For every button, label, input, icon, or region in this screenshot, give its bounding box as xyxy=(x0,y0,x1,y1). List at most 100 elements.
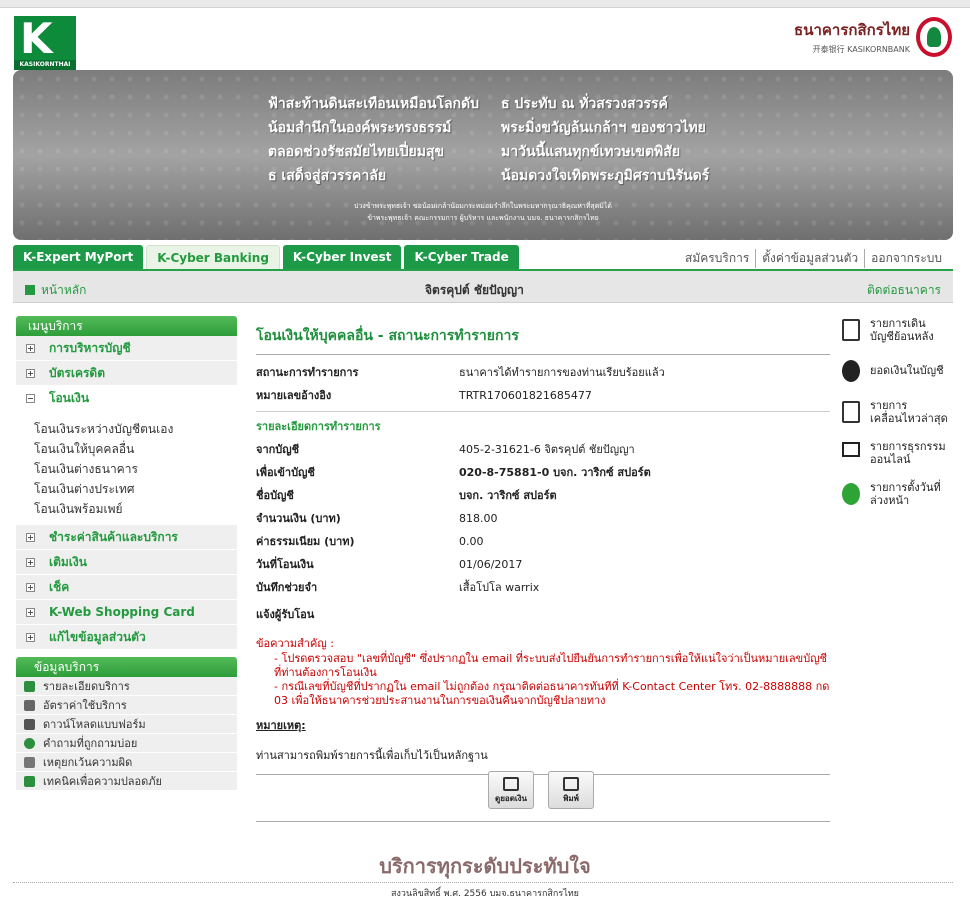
dedication-line: ข้าพระพุทธเจ้า คณะกรรมการ ผู้บริหาร และพ… xyxy=(367,214,599,222)
remark-title: หมายเหตุ: xyxy=(256,719,306,732)
submenu-overseas[interactable]: โอนเงินต่างประเทศ xyxy=(34,479,237,499)
faq-icon xyxy=(24,738,35,749)
bank-brand: ธนาคารกสิกรไทย 开泰银行 KASIKORNBANK xyxy=(794,18,910,55)
print-label: พิมพ์ xyxy=(563,794,579,803)
page-title: โอนเงินให้บุคคลอื่น - สถานะการทำรายการ xyxy=(256,318,830,355)
important-title: ข้อความสำคัญ : xyxy=(256,637,334,650)
dedication-line: ปวงข้าพระพุทธเจ้า ขอน้อมเกล้าน้อมกระหม่อ… xyxy=(354,202,612,210)
view-balance-button[interactable]: ดูยอดเงิน xyxy=(488,771,534,809)
logout-link[interactable]: ออกจากระบบ xyxy=(864,249,948,268)
memorial-banner: ฟ้าสะท้านดินสะเทือนเหมือนโลกดับ น้อมสำนึ… xyxy=(13,70,953,240)
banner-dedication: ปวงข้าพระพุทธเจ้า ขอน้อมเกล้าน้อมกระหม่อ… xyxy=(263,200,703,224)
menu-k-web-shopping-card[interactable]: K-Web Shopping Card xyxy=(16,600,237,625)
contact-bank-link[interactable]: ติดต่อธนาคาร xyxy=(867,281,941,300)
tab-k-cyber-trade[interactable]: K-Cyber Trade xyxy=(404,245,519,269)
submenu-other-person[interactable]: โอนเงินให้บุคคลอื่น xyxy=(34,439,237,459)
info-label: ดาวน์โหลดแบบฟอร์ม xyxy=(43,718,146,731)
details-title: รายละเอียดการทำรายการ xyxy=(256,420,381,433)
print-button[interactable]: พิมพ์ xyxy=(548,771,594,809)
quick-online-transactions[interactable]: รายการธุรกรรมออนไลน์ xyxy=(838,439,958,479)
info-service-fees[interactable]: อัตราค่าใช้บริการ xyxy=(16,696,237,715)
main-tabs: K-Expert MyPort K-Cyber Banking K-Cyber … xyxy=(13,245,519,269)
download-icon xyxy=(24,719,35,730)
quick-scheduled[interactable]: รายการตั้งวันที่ล่วงหน้า xyxy=(838,480,958,520)
menu-label: โอนเงิน xyxy=(49,391,90,405)
quick-links: รายการเดินบัญชีย้อนหลัง ยอดเงินในบัญชี ร… xyxy=(838,316,958,521)
transfer-submenu: โอนเงินระหว่างบัญชีตนเอง โอนเงินให้บุคคล… xyxy=(16,411,237,525)
amount-value: 818.00 xyxy=(459,512,498,525)
footer-divider xyxy=(13,882,953,883)
settings-link[interactable]: ตั้งค่าข้อมูลส่วนตัว xyxy=(755,249,864,268)
poem-line: น้อมดวงใจเทิดพระภูมิศราบนิรันดร์ xyxy=(501,168,710,184)
poem-line: มาวันนี้แสนทุกข์เทวษเขตพิสัย xyxy=(501,144,681,160)
quick-label: รายการเคลื่อนไหวล่าสุด xyxy=(870,399,948,425)
poem-line: พระมิ่งขวัญล้นเกล้าฯ ของชาวไทย xyxy=(501,120,706,136)
menu-credit-card[interactable]: บัตรเครดิต xyxy=(16,361,237,386)
info-disclaimer[interactable]: เหตุยกเว้นความผิด xyxy=(16,753,237,772)
submenu-other-bank[interactable]: โอนเงินต่างธนาคาร xyxy=(34,459,237,479)
menu-edit-profile[interactable]: แก้ไขข้อมูลส่วนตัว xyxy=(16,625,237,650)
notify-label: แจ้งผู้รับโอน xyxy=(256,608,315,621)
menu-bill-payment[interactable]: ชำระค่าสินค้าและบริการ xyxy=(16,525,237,550)
memo-row: บันทึกช่วยจำ เสื้อโปโล warrix xyxy=(256,576,830,599)
menu-label: บัตรเครดิต xyxy=(49,366,106,380)
amount-label: จำนวนเงิน (บาท) xyxy=(256,512,341,525)
footer-slogan: บริการทุกระดับประทับใจ xyxy=(379,854,591,878)
memo-value: เสื้อโปโล warrix xyxy=(459,581,540,594)
printer-icon xyxy=(563,777,579,791)
home-icon xyxy=(25,285,35,295)
hand-icon xyxy=(24,757,35,768)
service-menu-title: เมนูบริการ xyxy=(16,316,237,336)
submenu-promptpay[interactable]: โอนเงินพร้อมเพย์ xyxy=(34,499,237,519)
menu-transfer[interactable]: โอนเงิน xyxy=(16,386,237,411)
transfer-date-value: 01/06/2017 xyxy=(459,558,523,571)
quick-label: ยอดเงินในบัญชี xyxy=(870,364,944,377)
view-balance-label: ดูยอดเงิน xyxy=(495,794,527,803)
menu-account-management[interactable]: การบริหารบัญชี xyxy=(16,336,237,361)
info-download-forms[interactable]: ดาวน์โหลดแบบฟอร์ม xyxy=(16,715,237,734)
menu-top-up[interactable]: เติมเงิน xyxy=(16,550,237,575)
service-menu: เมนูบริการ การบริหารบัญชี บัตรเครดิต โอน… xyxy=(16,316,237,650)
account-name-row: ชื่อบัญชี บจก. วาริกซ์ สปอร์ต xyxy=(256,484,830,507)
fee-value: 0.00 xyxy=(459,535,484,548)
quick-statement[interactable]: รายการเดินบัญชีย้อนหลัง xyxy=(838,316,958,356)
action-buttons: ดูยอดเงิน พิมพ์ xyxy=(488,771,594,809)
menu-label: เติมเงิน xyxy=(49,555,87,569)
info-label: รายละเอียดบริการ xyxy=(43,680,130,693)
fee-label: ค่าธรรมเนียม (บาท) xyxy=(256,535,355,548)
computer-icon xyxy=(842,442,860,457)
important-note: - โปรดตรวจสอบ "เลขที่บัญชี" ซึ่งปรากฏใน … xyxy=(274,652,828,679)
menu-label: ชำระค่าสินค้าและบริการ xyxy=(49,530,178,544)
tab-k-cyber-invest[interactable]: K-Cyber Invest xyxy=(282,245,402,269)
magnifier-icon xyxy=(503,777,519,791)
menu-cheque[interactable]: เช็ค xyxy=(16,575,237,600)
calculator-icon xyxy=(24,700,35,711)
expand-icon xyxy=(26,344,35,353)
service-info: ข้อมูลบริการ รายละเอียดบริการ อัตราค่าใช… xyxy=(16,657,237,791)
service-info-title: ข้อมูลบริการ xyxy=(16,657,237,677)
info-faq[interactable]: คำถามที่ถูกถามบ่อย xyxy=(16,734,237,753)
memo-label: บันทึกช่วยจำ xyxy=(256,581,318,594)
home-link[interactable]: หน้าหลัก xyxy=(25,281,86,300)
quick-recent-movement[interactable]: รายการเคลื่อนไหวล่าสุด xyxy=(838,398,958,438)
logo-caption: KASIKORNTHAI xyxy=(14,60,76,70)
from-account-label: จากบัญชี xyxy=(256,443,300,456)
tab-k-expert-myport[interactable]: K-Expert MyPort xyxy=(13,245,144,269)
account-name-label: ชื่อบัญชี xyxy=(256,489,294,502)
info-label: คำถามที่ถูกถามบ่อย xyxy=(43,737,138,750)
from-account-value: 405-2-31621-6 จิตรคุปต์ ชัยปัญญา xyxy=(459,443,635,456)
star-icon xyxy=(24,681,35,692)
quick-balance[interactable]: ยอดเงินในบัญชี xyxy=(838,357,958,397)
submenu-own-accounts[interactable]: โอนเงินระหว่างบัญชีตนเอง xyxy=(34,419,237,439)
kasikornthai-logo[interactable]: K KASIKORNTHAI xyxy=(14,16,76,70)
sub-nav-bar: หน้าหลัก จิตรคุปต์ ชัยปัญญา ติดต่อธนาคาร xyxy=(13,269,953,303)
info-security-tips[interactable]: เทคนิคเพื่อความปลอดภัย xyxy=(16,772,237,791)
transfer-date-label: วันที่โอนเงิน xyxy=(256,558,314,571)
poem-right: ธ ประทับ ณ ทั่วสรวงสวรรค์ พระมิ่งขวัญล้น… xyxy=(501,92,941,188)
register-link[interactable]: สมัครบริการ xyxy=(679,249,755,268)
menu-label: การบริหารบัญชี xyxy=(49,341,131,355)
tab-k-cyber-banking[interactable]: K-Cyber Banking xyxy=(146,245,280,269)
menu-label: K-Web Shopping Card xyxy=(49,605,195,619)
user-name: จิตรคุปต์ ชัยปัญญา xyxy=(425,283,524,297)
info-service-details[interactable]: รายละเอียดบริการ xyxy=(16,677,237,696)
